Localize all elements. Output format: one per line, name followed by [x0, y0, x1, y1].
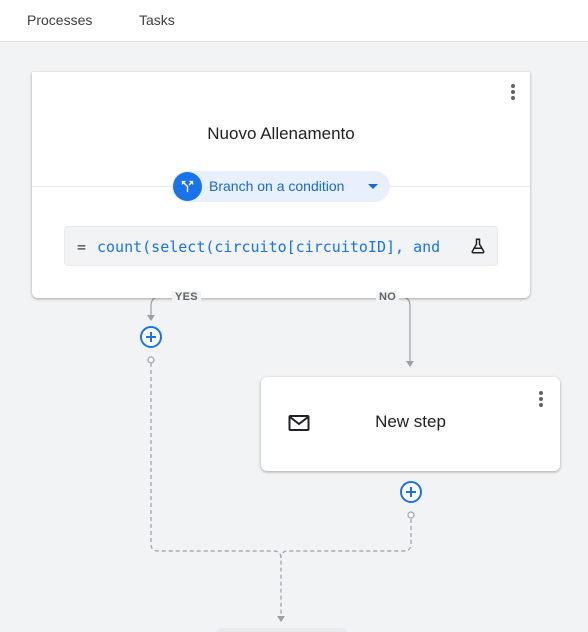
more-vert-icon[interactable]	[510, 84, 516, 104]
condition-expression-field[interactable]: = count(select(circuito[circuitoID], and	[64, 226, 498, 266]
branch-type-label: Branch on a condition	[209, 178, 345, 194]
add-step-yes-button[interactable]	[140, 326, 162, 348]
tab-tasks[interactable]: Tasks	[139, 12, 175, 28]
branch-icon	[173, 172, 202, 201]
flask-icon[interactable]	[469, 237, 487, 260]
expression-equals-sign: =	[77, 238, 87, 256]
branch-step-card[interactable]: Nuovo Allenamento Branch on a condition …	[32, 72, 530, 298]
dropdown-caret-icon	[368, 184, 378, 189]
branch-label-yes: YES	[172, 291, 201, 303]
more-vert-icon[interactable]	[538, 391, 544, 411]
tab-processes[interactable]: Processes	[27, 12, 92, 28]
add-step-no-button[interactable]	[400, 481, 422, 503]
top-tab-bar: Processes Tasks	[0, 0, 588, 42]
branch-step-title: Nuovo Allenamento	[207, 124, 355, 143]
branch-label-no: NO	[376, 291, 400, 303]
new-step-title: New step	[375, 412, 446, 431]
new-step-card[interactable]: New step	[261, 377, 560, 471]
branch-type-selector[interactable]: Branch on a condition	[172, 171, 390, 202]
expression-code: count(select(circuito[circuitoID], and	[97, 238, 441, 256]
